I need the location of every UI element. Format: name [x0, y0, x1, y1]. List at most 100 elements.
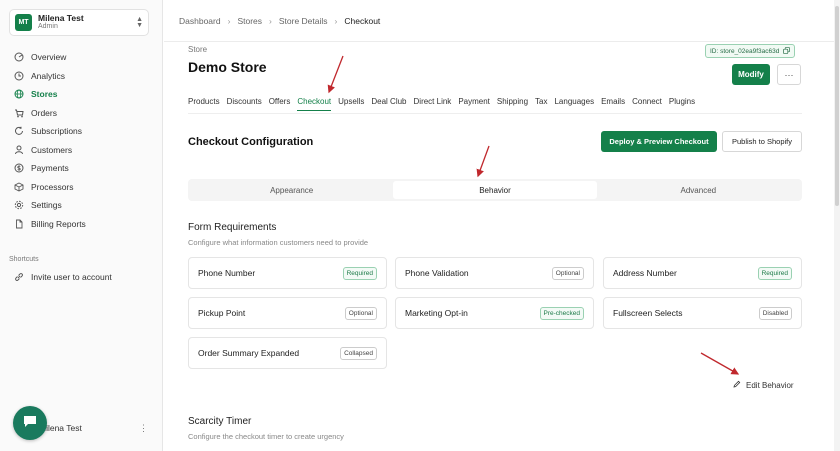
deploy-preview-button[interactable]: Deploy & Preview Checkout: [601, 131, 717, 152]
shortcut-list: Invite user to account: [9, 268, 154, 287]
pencil-icon: [733, 380, 741, 390]
requirement-card: Fullscreen Selects Disabled: [603, 297, 802, 329]
account-switcher[interactable]: MT Milena Test Admin ▲ ▼: [9, 9, 149, 36]
tab-offers[interactable]: Offers: [269, 97, 291, 111]
tab-tax[interactable]: Tax: [535, 97, 547, 111]
status-badge: Optional: [551, 266, 584, 280]
breadcrumb-separator-icon: ›: [227, 16, 231, 26]
account-name: Milena Test: [38, 12, 84, 23]
shortcut-label: Invite user to account: [31, 272, 112, 283]
users-icon: [13, 144, 25, 156]
tab-shipping[interactable]: Shipping: [497, 97, 528, 111]
sidebar-item-stores[interactable]: Stores: [9, 85, 154, 104]
requirement-card: Address Number Required: [603, 257, 802, 289]
sidebar-item-label: Processors: [31, 181, 74, 192]
breadcrumb-current: Checkout: [344, 16, 381, 26]
tab-deal-club[interactable]: Deal Club: [371, 97, 406, 111]
requirement-label: Address Number: [613, 268, 677, 278]
tab-checkout[interactable]: Checkout: [297, 97, 332, 111]
box-icon: [13, 181, 25, 193]
breadcrumb-stores[interactable]: Stores: [237, 16, 262, 26]
link-icon: [13, 271, 25, 283]
tab-emails[interactable]: Emails: [601, 97, 625, 111]
tab-plugins[interactable]: Plugins: [669, 97, 695, 111]
config-segment-control: Appearance Behavior Advanced: [188, 179, 802, 201]
main-content: Dashboard › Stores › Store Details › Che…: [164, 0, 840, 451]
requirement-label: Order Summary Expanded: [198, 348, 300, 358]
store-id-badge[interactable]: ID: store_02ea9f3ac63d: [705, 44, 796, 58]
store-label: Store: [188, 45, 208, 54]
segment-advanced[interactable]: Advanced: [597, 181, 800, 199]
scrollbar-thumb[interactable]: [835, 6, 839, 206]
status-badge: Optional: [344, 306, 377, 320]
sidebar-item-label: Billing Reports: [31, 218, 86, 229]
file-icon: [13, 218, 25, 230]
shortcuts-heading: Shortcuts: [9, 256, 39, 263]
account-role: Admin: [38, 23, 58, 31]
tabs-divider: [188, 113, 802, 114]
sidebar-item-processors[interactable]: Processors: [9, 178, 154, 197]
requirement-card: Pickup Point Optional: [188, 297, 387, 329]
sidebar-item-settings[interactable]: Settings: [9, 196, 154, 215]
requirement-card: Phone Validation Optional: [395, 257, 594, 289]
cart-icon: [13, 107, 25, 119]
tab-products[interactable]: Products: [188, 97, 220, 111]
sidebar-item-subscriptions[interactable]: Subscriptions: [9, 122, 154, 141]
requirement-card: Marketing Opt-in Pre-checked: [395, 297, 594, 329]
sidebar-item-label: Overview: [31, 52, 67, 63]
form-requirements-subtitle: Configure what information customers nee…: [188, 238, 369, 247]
avatar: MT: [15, 14, 32, 31]
globe-icon: [13, 88, 25, 100]
status-badge: Required: [342, 266, 377, 280]
chat-widget-button[interactable]: [13, 406, 47, 440]
tab-direct-link[interactable]: Direct Link: [414, 97, 452, 111]
tab-upsells[interactable]: Upsells: [338, 97, 364, 111]
sidebar-item-label: Analytics: [31, 70, 66, 81]
requirement-label: Pickup Point: [198, 308, 246, 318]
sidebar-item-orders[interactable]: Orders: [9, 104, 154, 123]
requirement-label: Fullscreen Selects: [613, 308, 683, 318]
breadcrumb-store-details[interactable]: Store Details: [279, 16, 328, 26]
requirement-label: Phone Number: [198, 268, 256, 278]
copy-icon[interactable]: [783, 46, 791, 56]
breadcrumb-separator-icon: ›: [269, 16, 272, 26]
breadcrumb-dashboard[interactable]: Dashboard: [179, 16, 221, 26]
more-vertical-icon[interactable]: ⋮: [139, 423, 148, 434]
sidebar-item-payments[interactable]: Payments: [9, 159, 154, 178]
more-options-button[interactable]: ···: [777, 64, 801, 85]
tab-connect[interactable]: Connect: [632, 97, 662, 111]
requirement-label: Marketing Opt-in: [405, 308, 468, 318]
store-tabs: Products Discounts Offers Checkout Upsel…: [188, 97, 702, 111]
sidebar-item-analytics[interactable]: Analytics: [9, 67, 154, 86]
tab-languages[interactable]: Languages: [554, 97, 594, 111]
edit-behavior-button[interactable]: Edit Behavior: [733, 380, 794, 390]
breadcrumb-separator-icon: ›: [334, 16, 338, 26]
sidebar-item-overview[interactable]: Overview: [9, 48, 154, 67]
edit-behavior-label: Edit Behavior: [746, 380, 794, 390]
segment-behavior[interactable]: Behavior: [393, 181, 597, 199]
gear-icon: [13, 199, 25, 211]
requirement-card: Order Summary Expanded Collapsed: [188, 337, 387, 369]
shortcut-invite-user[interactable]: Invite user to account: [9, 268, 154, 287]
breadcrumb: Dashboard › Stores › Store Details › Che…: [179, 16, 380, 26]
sidebar-item-billing-reports[interactable]: Billing Reports: [9, 215, 154, 234]
requirement-card: Phone Number Required: [188, 257, 387, 289]
overview-icon: [13, 51, 25, 63]
refresh-icon: [13, 125, 25, 137]
tab-discounts[interactable]: Discounts: [227, 97, 262, 111]
account-info: Milena Test Admin: [38, 12, 84, 31]
sidebar-nav: Overview Analytics Stores Orders Subscri…: [9, 48, 154, 233]
status-badge: Disabled: [758, 306, 792, 320]
sidebar-item-customers[interactable]: Customers: [9, 141, 154, 160]
status-badge: Required: [757, 266, 792, 280]
publish-shopify-button[interactable]: Publish to Shopify: [722, 131, 802, 152]
sidebar-item-label: Settings: [31, 200, 62, 211]
clock-icon: [13, 70, 25, 82]
sidebar-item-label: Customers: [31, 144, 73, 155]
tab-payment[interactable]: Payment: [458, 97, 490, 111]
modify-button[interactable]: Modify: [732, 64, 770, 85]
segment-appearance[interactable]: Appearance: [190, 181, 393, 199]
sidebar: MT Milena Test Admin ▲ ▼ Overview Analyti…: [0, 0, 163, 451]
chevron-updown-icon: ▲ ▼: [136, 15, 143, 29]
status-badge: Pre-checked: [539, 306, 584, 320]
